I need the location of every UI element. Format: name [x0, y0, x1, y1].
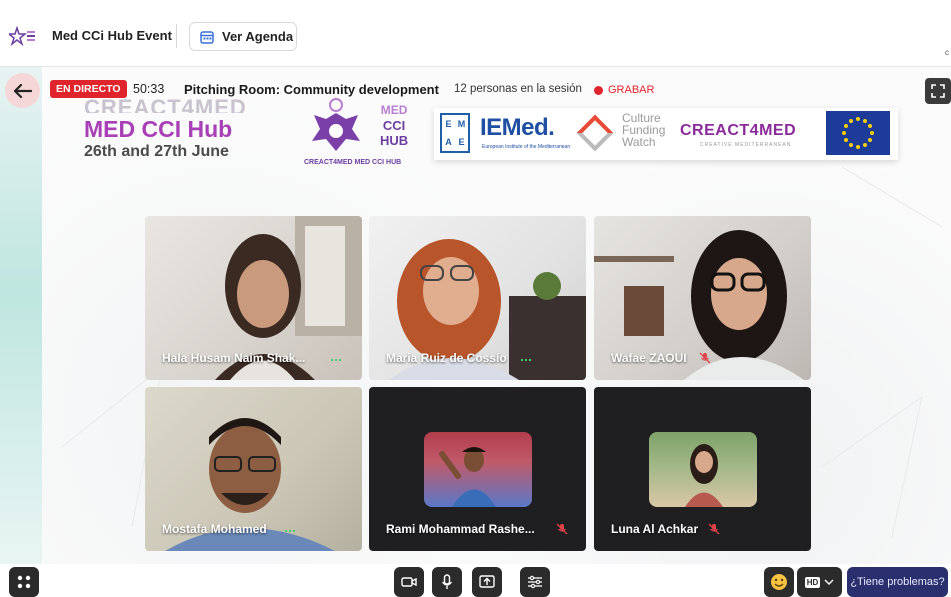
emae-letter: E	[458, 137, 465, 147]
video-tile[interactable]: Rami Mohammad Rashe...	[369, 387, 586, 551]
hub-logo-text: MED CCI HUB	[380, 103, 408, 148]
expand-icon	[931, 84, 945, 98]
top-header: Med CCi Hub Event Ver Agenda c	[0, 0, 951, 67]
fullscreen-button[interactable]	[925, 78, 951, 104]
mic-muted-icon	[699, 352, 711, 364]
video-tile[interactable]: Hala Husam Naim Shak...	[145, 216, 362, 380]
sponsor-logos: E M A E IEMed. European Institute of the…	[434, 108, 898, 160]
creact-logo: CREACT4MED	[680, 122, 797, 139]
menu-button[interactable]	[9, 567, 39, 597]
emoji-icon	[771, 574, 787, 590]
settings-button[interactable]	[520, 567, 550, 597]
help-button[interactable]: ¿Tiene problemas?	[847, 567, 948, 597]
iemed-logo: IEMed.	[480, 114, 555, 141]
microphone-icon	[441, 574, 453, 589]
cfw-logo-text: Culture Funding Watch	[622, 112, 665, 148]
mic-muted-icon	[556, 523, 568, 535]
reactions-button[interactable]	[764, 567, 794, 597]
camera-button[interactable]	[394, 567, 424, 597]
agenda-label: Ver Agenda	[222, 29, 294, 44]
participant-avatar	[649, 432, 757, 507]
hub-text-cci: CCI	[382, 118, 406, 133]
agenda-button[interactable]: Ver Agenda	[189, 22, 297, 51]
video-tile[interactable]: Mostafa Mohamed	[145, 387, 362, 551]
quality-selector[interactable]: HD	[797, 567, 842, 597]
participant-name: Mostafa Mohamed	[162, 522, 267, 536]
cfw-word: Watch	[622, 135, 656, 149]
record-label: GRABAR	[608, 84, 655, 96]
arrow-left-icon	[13, 83, 32, 98]
microphone-button[interactable]	[432, 567, 462, 597]
stage: EN DIRECTO 50:33 Pitching Room: Communit…	[0, 67, 951, 597]
left-decorative-strip	[0, 67, 42, 567]
header-divider	[176, 24, 177, 48]
record-dot-icon	[594, 85, 603, 95]
video-tile[interactable]: Wafae ZAOUI	[594, 216, 811, 380]
participant-name: Wafae ZAOUI	[611, 351, 687, 365]
chevron-down-icon	[824, 579, 834, 585]
share-screen-icon	[479, 575, 495, 588]
share-screen-button[interactable]	[472, 567, 502, 597]
edge-text: c	[945, 48, 949, 57]
banner-line-1: CREACT4MED	[84, 97, 247, 113]
camera-icon	[401, 577, 417, 587]
speaking-indicator-icon	[521, 359, 531, 361]
room-title: Pitching Room: Community development	[184, 82, 439, 97]
back-button[interactable]	[5, 73, 40, 108]
event-banner-text: CREACT4MED MED CCI Hub 26th and 27th Jun…	[84, 97, 247, 161]
hub-text-med: MED	[380, 103, 408, 117]
participant-name: Hala Husam Naim Shak...	[162, 351, 306, 365]
speaking-indicator-icon	[331, 359, 341, 361]
hd-label: HD	[804, 576, 821, 588]
bottom-toolbar: HD ¿Tiene problemas?	[0, 564, 951, 597]
hub-logo-icon	[312, 98, 360, 151]
participant-count: 12 personas en la sesión	[454, 83, 582, 95]
sliders-icon	[528, 575, 542, 589]
banner-line-2: MED CCI Hub	[84, 116, 233, 142]
apps-icon	[17, 575, 31, 589]
video-tile[interactable]: Luna Al Achkar	[594, 387, 811, 551]
emae-letter: M	[457, 119, 466, 129]
emae-logo: E M A E	[440, 113, 470, 153]
hub-caption: CREACT4MED MED CCI HUB	[304, 159, 402, 166]
creact-subtitle: CREATIVE MEDITERRANEAN	[700, 142, 792, 148]
participant-name: Luna Al Achkar	[611, 522, 699, 536]
eu-flag-icon	[826, 111, 890, 155]
banner-line-3: 26th and 27th June	[84, 143, 229, 160]
participant-name: Maria Ruiz de Cossío	[386, 351, 507, 365]
mic-muted-icon	[708, 523, 720, 535]
session-timer: 50:33	[133, 82, 165, 96]
live-badge: EN DIRECTO	[50, 80, 127, 98]
participant-avatar	[424, 432, 532, 507]
app-title: Med CCi Hub Event	[52, 28, 172, 43]
emae-letter: A	[445, 137, 452, 147]
iemed-subtitle: European Institute of the Mediterranean	[482, 144, 571, 150]
video-tile[interactable]: Maria Ruiz de Cossío	[369, 216, 586, 380]
record-button[interactable]: GRABAR	[594, 84, 654, 96]
calendar-icon	[200, 30, 214, 44]
participant-name: Rami Mohammad Rashe...	[386, 522, 535, 536]
emae-letter: E	[445, 119, 452, 129]
app-logo-icon[interactable]	[9, 26, 37, 46]
cfw-diamond-icon	[576, 114, 614, 152]
hub-text-hub: HUB	[380, 133, 409, 148]
speaking-indicator-icon	[285, 530, 295, 532]
